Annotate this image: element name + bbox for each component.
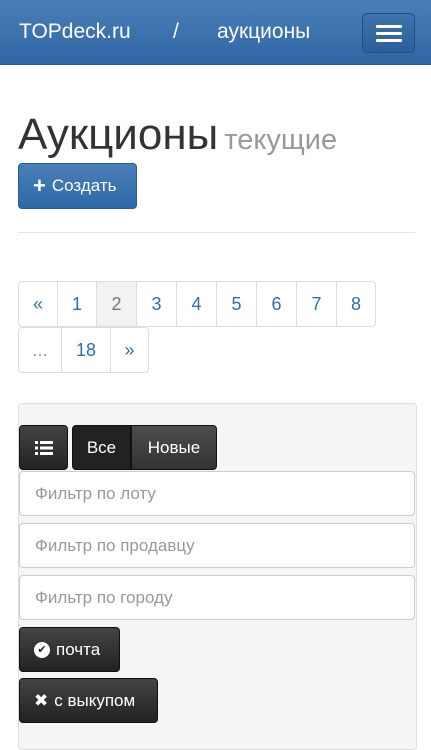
mail-toggle-button[interactable]: ✔ почта xyxy=(19,627,120,672)
pagination-last-page[interactable]: 18 xyxy=(61,327,111,373)
close-icon: ✖ xyxy=(34,690,49,710)
page-subtitle: текущие xyxy=(224,124,338,156)
brand-link[interactable]: TOPdeck.ru xyxy=(19,20,131,44)
pagination-page-4[interactable]: 4 xyxy=(176,281,217,327)
list-icon xyxy=(34,440,53,455)
page-title: Аукционы текущие xyxy=(18,110,337,160)
pagination-prev[interactable]: « xyxy=(18,281,58,327)
navbar: TOPdeck.ru / аукционы xyxy=(0,0,431,65)
breadcrumb-section[interactable]: аукционы xyxy=(217,20,310,44)
tab-new[interactable]: Новые xyxy=(131,425,217,470)
create-button[interactable]: + Создать xyxy=(18,163,137,209)
divider xyxy=(18,232,415,233)
pagination-ellipsis: ... xyxy=(18,327,62,373)
check-circle-icon: ✔ xyxy=(34,641,50,658)
city-filter-input[interactable] xyxy=(19,575,415,620)
pagination-page-8[interactable]: 8 xyxy=(336,281,376,327)
plus-icon: + xyxy=(33,173,46,198)
pagination-page-2-active: 2 xyxy=(96,281,137,327)
buyout-toggle-button[interactable]: ✖ с выкупом xyxy=(19,678,158,723)
buyout-toggle-label: с выкупом xyxy=(54,690,136,710)
tab-all[interactable]: Все xyxy=(72,425,131,470)
pagination-page-3[interactable]: 3 xyxy=(136,281,177,327)
list-view-button[interactable] xyxy=(19,425,68,470)
create-button-label: Создать xyxy=(51,176,117,195)
seller-filter-input[interactable] xyxy=(19,523,415,568)
breadcrumb-separator: / xyxy=(173,20,179,43)
pagination-page-7[interactable]: 7 xyxy=(296,281,337,327)
pagination-page-6[interactable]: 6 xyxy=(256,281,297,327)
mail-toggle-label: почта xyxy=(56,639,101,659)
pagination-page-5[interactable]: 5 xyxy=(216,281,257,327)
lot-filter-input[interactable] xyxy=(19,471,415,516)
pagination-next[interactable]: » xyxy=(110,327,149,373)
pagination-page-1[interactable]: 1 xyxy=(57,281,97,327)
page-title-text: Аукционы xyxy=(18,110,219,159)
menu-toggle-button[interactable] xyxy=(362,13,415,53)
